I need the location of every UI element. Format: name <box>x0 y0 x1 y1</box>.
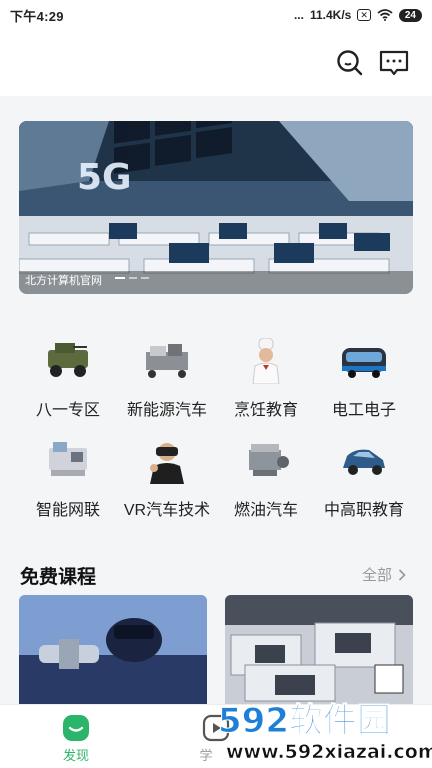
car-cutaway-image <box>343 449 385 475</box>
banner-indicator <box>115 277 149 279</box>
sim-icon: ✕ <box>357 9 371 21</box>
banner-dot <box>115 277 125 279</box>
chevron-right-icon <box>398 568 406 581</box>
category-label: 电工电子 <box>331 402 396 419</box>
category-bayi[interactable]: 八一专区 <box>18 338 118 419</box>
discover-icon <box>63 715 89 741</box>
watermark-url: www.592xiazai.com <box>226 741 432 763</box>
course-card[interactable] <box>19 595 207 704</box>
bus-image <box>342 348 386 378</box>
nav-label: 发现 <box>62 748 89 763</box>
category-fuel-auto[interactable]: 燃油汽车 <box>216 438 316 519</box>
banner-carousel[interactable]: 5G 北方计算机官网 <box>19 121 413 294</box>
banner-dot <box>129 277 137 279</box>
status-indicators: ... 11.4K/s ✕ 24 <box>294 8 422 22</box>
category-cooking[interactable]: 烹饪教育 <box>216 338 316 419</box>
category-label: 智能网联 <box>35 502 100 519</box>
category-vr-auto[interactable]: VR汽车技术 <box>117 438 217 519</box>
category-new-energy[interactable]: 新能源汽车 <box>117 338 217 419</box>
category-label: 烹饪教育 <box>233 402 298 419</box>
site-watermark: 592软件园 www.592xiazai.com <box>212 688 432 768</box>
net-speed: 11.4K/s <box>309 8 352 22</box>
category-vocational[interactable]: 中高职教育 <box>314 438 414 519</box>
ev-powertrain-image <box>146 344 188 378</box>
home-content: 5G 北方计算机官网 八一专区 新能源汽车 烹饪教育 电工电子 智能网联 VR汽… <box>0 96 432 704</box>
see-all-link[interactable]: 全部 <box>362 564 406 585</box>
watermark-logo: 592软件园 <box>218 701 391 741</box>
signal-dots: ... <box>293 8 304 22</box>
status-bar: 下午4:29 ... 11.4K/s ✕ 24 <box>0 0 432 30</box>
see-all-label: 全部 <box>362 567 393 584</box>
svg-text:5G: 5G <box>77 157 132 198</box>
military-vehicle-image <box>48 343 88 377</box>
top-bar <box>0 30 432 96</box>
free-courses-title: 免费课程 <box>20 567 97 588</box>
message-icon[interactable] <box>377 46 411 80</box>
category-electrical[interactable]: 电工电子 <box>314 338 414 419</box>
category-label: VR汽车技术 <box>123 502 211 519</box>
search-icon[interactable] <box>333 46 367 80</box>
nav-discover[interactable]: 发现 <box>26 705 126 768</box>
category-label: 新能源汽车 <box>126 402 207 419</box>
category-label: 中高职教育 <box>323 502 404 519</box>
vr-headset-image <box>150 443 184 484</box>
category-label: 燃油汽车 <box>233 502 298 519</box>
course-thumbnail <box>19 595 207 704</box>
smart-equipment-image <box>49 442 87 476</box>
battery-indicator: 24 <box>398 8 422 22</box>
status-time: 下午4:29 <box>10 8 64 24</box>
banner-image: 5G <box>19 121 413 294</box>
banner-caption: 北方计算机官网 <box>25 275 102 287</box>
category-smart-connect[interactable]: 智能网联 <box>18 438 118 519</box>
engine-image <box>249 444 289 476</box>
wifi-icon <box>377 9 393 21</box>
banner-dot <box>141 277 149 279</box>
category-label: 八一专区 <box>35 402 100 419</box>
chef-image <box>252 338 280 384</box>
